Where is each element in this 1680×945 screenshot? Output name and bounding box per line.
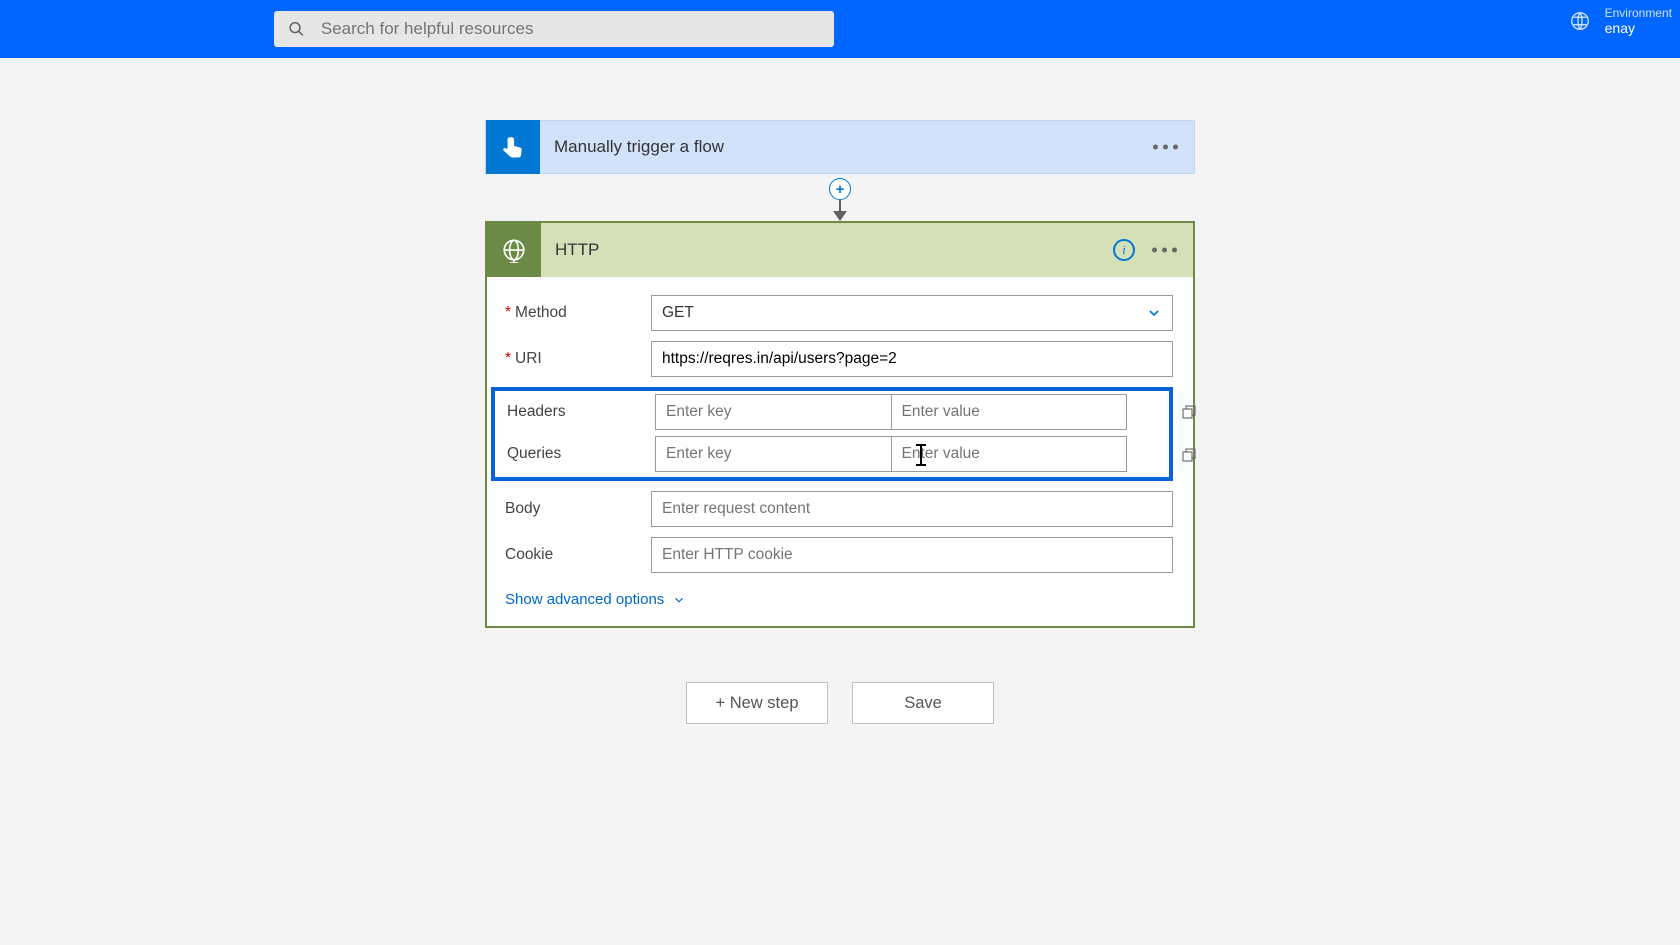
method-value: GET [662, 304, 694, 322]
flow-canvas: Manually trigger a flow + HTTP i Method … [0, 58, 1680, 945]
add-step-button[interactable]: + [829, 178, 851, 200]
body-label: Body [501, 500, 651, 518]
cookie-row: Cookie [501, 537, 1173, 573]
http-title: HTTP [541, 240, 599, 260]
headers-toggle-icon[interactable] [1178, 401, 1200, 423]
search-input[interactable] [321, 19, 820, 39]
env-label: Environment [1605, 6, 1672, 20]
uri-row: URI [501, 341, 1173, 377]
advanced-label: Show advanced options [505, 591, 664, 608]
queries-toggle-icon[interactable] [1178, 444, 1200, 466]
chevron-down-icon [672, 593, 686, 607]
queries-value-input[interactable] [902, 445, 1117, 463]
http-icon [487, 223, 541, 277]
headers-row: Headers [495, 394, 1169, 430]
cookie-label: Cookie [501, 546, 651, 564]
cookie-input[interactable] [662, 546, 1162, 564]
queries-row: Queries [495, 436, 1169, 472]
environment-icon [1569, 10, 1591, 32]
search-box[interactable] [274, 11, 834, 47]
env-name: enay [1605, 20, 1672, 36]
new-step-button[interactable]: + New step [686, 682, 828, 724]
show-advanced-toggle[interactable]: Show advanced options [501, 583, 1173, 612]
headers-value-input[interactable] [902, 403, 1117, 421]
footer-actions: + New step Save [686, 682, 994, 724]
trigger-title: Manually trigger a flow [540, 137, 724, 157]
selection-highlight: Headers Queries [491, 387, 1173, 481]
uri-input[interactable] [662, 350, 1162, 368]
search-icon [288, 20, 305, 38]
http-action-card: HTTP i Method GET URI [485, 221, 1195, 628]
connector-arrow [833, 211, 847, 221]
trigger-card[interactable]: Manually trigger a flow [485, 120, 1195, 174]
body-row: Body [501, 491, 1173, 527]
method-label: Method [501, 304, 651, 322]
headers-label: Headers [503, 403, 655, 421]
headers-key-input[interactable] [666, 403, 881, 421]
top-bar: Environment enay [0, 0, 1680, 58]
body-input[interactable] [662, 500, 1162, 518]
flow-connector: + [829, 173, 851, 221]
http-form: Method GET URI Hea [487, 277, 1193, 626]
queries-label: Queries [503, 445, 655, 463]
uri-field-wrapper [651, 341, 1173, 377]
trigger-icon [486, 120, 540, 174]
method-select[interactable]: GET [651, 295, 1173, 331]
environment-indicator[interactable]: Environment enay [1569, 6, 1672, 36]
method-row: Method GET [501, 295, 1173, 331]
http-more-button[interactable] [1152, 248, 1177, 253]
queries-key-input[interactable] [666, 445, 881, 463]
chevron-down-icon [1146, 305, 1162, 321]
trigger-more-button[interactable] [1153, 145, 1178, 150]
info-icon[interactable]: i [1113, 239, 1135, 261]
uri-label: URI [501, 350, 651, 368]
save-button[interactable]: Save [852, 682, 994, 724]
http-header[interactable]: HTTP i [487, 223, 1193, 277]
